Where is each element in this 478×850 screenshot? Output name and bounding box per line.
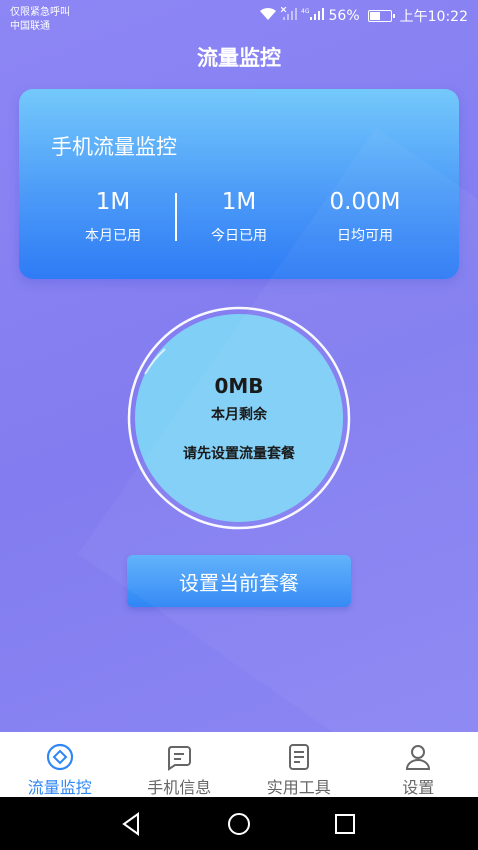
stat-daily-available: 0.00M 日均可用 xyxy=(295,189,435,245)
battery-icon xyxy=(367,10,395,22)
signal-icon: 4G xyxy=(301,7,325,25)
stat-value: 1M xyxy=(95,189,131,215)
status-indicators: 4G 56% 上午10:22 xyxy=(259,6,468,26)
carrier-text-name: 中国联通 xyxy=(10,21,50,32)
nav-item-phone-info[interactable]: 手机信息 xyxy=(120,732,240,797)
target-icon xyxy=(46,743,74,771)
system-nav-bar xyxy=(0,797,478,850)
user-icon xyxy=(404,743,432,771)
nav-label: 流量监控 xyxy=(27,778,92,797)
gauge-center: 0MB 本月剩余 请先设置流量套餐 xyxy=(125,304,353,532)
nav-label: 实用工具 xyxy=(266,778,331,797)
carrier-text-emergency: 仅限紧急呼叫 xyxy=(10,7,70,18)
message-icon xyxy=(165,743,193,771)
setup-hint: 请先设置流量套餐 xyxy=(183,446,295,462)
battery-percent: 56% xyxy=(328,8,360,24)
document-icon xyxy=(285,743,313,771)
back-icon[interactable] xyxy=(117,809,147,839)
nav-label: 设置 xyxy=(402,778,435,797)
stat-month-used: 1M 本月已用 xyxy=(43,189,183,245)
stats-card: 手机流量监控 1M 本月已用 1M 今日已用 0.00M 日均可用 xyxy=(19,89,459,279)
wifi-icon xyxy=(259,7,277,25)
home-icon[interactable] xyxy=(224,809,254,839)
clock: 上午10:22 xyxy=(399,9,468,25)
sim-no-signal-icon xyxy=(280,6,297,25)
remaining-label: 本月剩余 xyxy=(211,407,267,423)
card-title: 手机流量监控 xyxy=(51,135,177,159)
app-screen: 仅限紧急呼叫 中国联通 4G 56% 上午10:22 流量监控 手机流量监控 1… xyxy=(0,0,478,732)
nav-item-traffic-monitor[interactable]: 流量监控 xyxy=(0,732,120,797)
stat-label: 今日已用 xyxy=(211,228,267,244)
nav-item-tools[interactable]: 实用工具 xyxy=(239,732,359,797)
battery-level xyxy=(369,12,381,20)
setup-plan-button[interactable]: 设置当前套餐 xyxy=(127,555,351,607)
stat-label: 日均可用 xyxy=(337,228,393,244)
bottom-nav: 流量监控 手机信息 实用工具 设置 xyxy=(0,732,478,797)
recents-icon[interactable] xyxy=(330,809,360,839)
status-bar: 仅限紧急呼叫 中国联通 4G 56% 上午10:22 xyxy=(0,0,478,34)
remaining-value: 0MB xyxy=(214,374,264,398)
remaining-data-gauge: 0MB 本月剩余 请先设置流量套餐 xyxy=(125,304,353,532)
stat-value: 1M xyxy=(221,189,257,215)
stat-value: 0.00M xyxy=(329,189,401,215)
nav-label: 手机信息 xyxy=(147,778,212,797)
page-title: 流量监控 xyxy=(197,46,281,70)
nav-item-settings[interactable]: 设置 xyxy=(359,732,478,797)
stat-today-used: 1M 今日已用 xyxy=(169,189,309,245)
network-type-label: 4G xyxy=(301,8,310,15)
stat-label: 本月已用 xyxy=(85,228,141,244)
